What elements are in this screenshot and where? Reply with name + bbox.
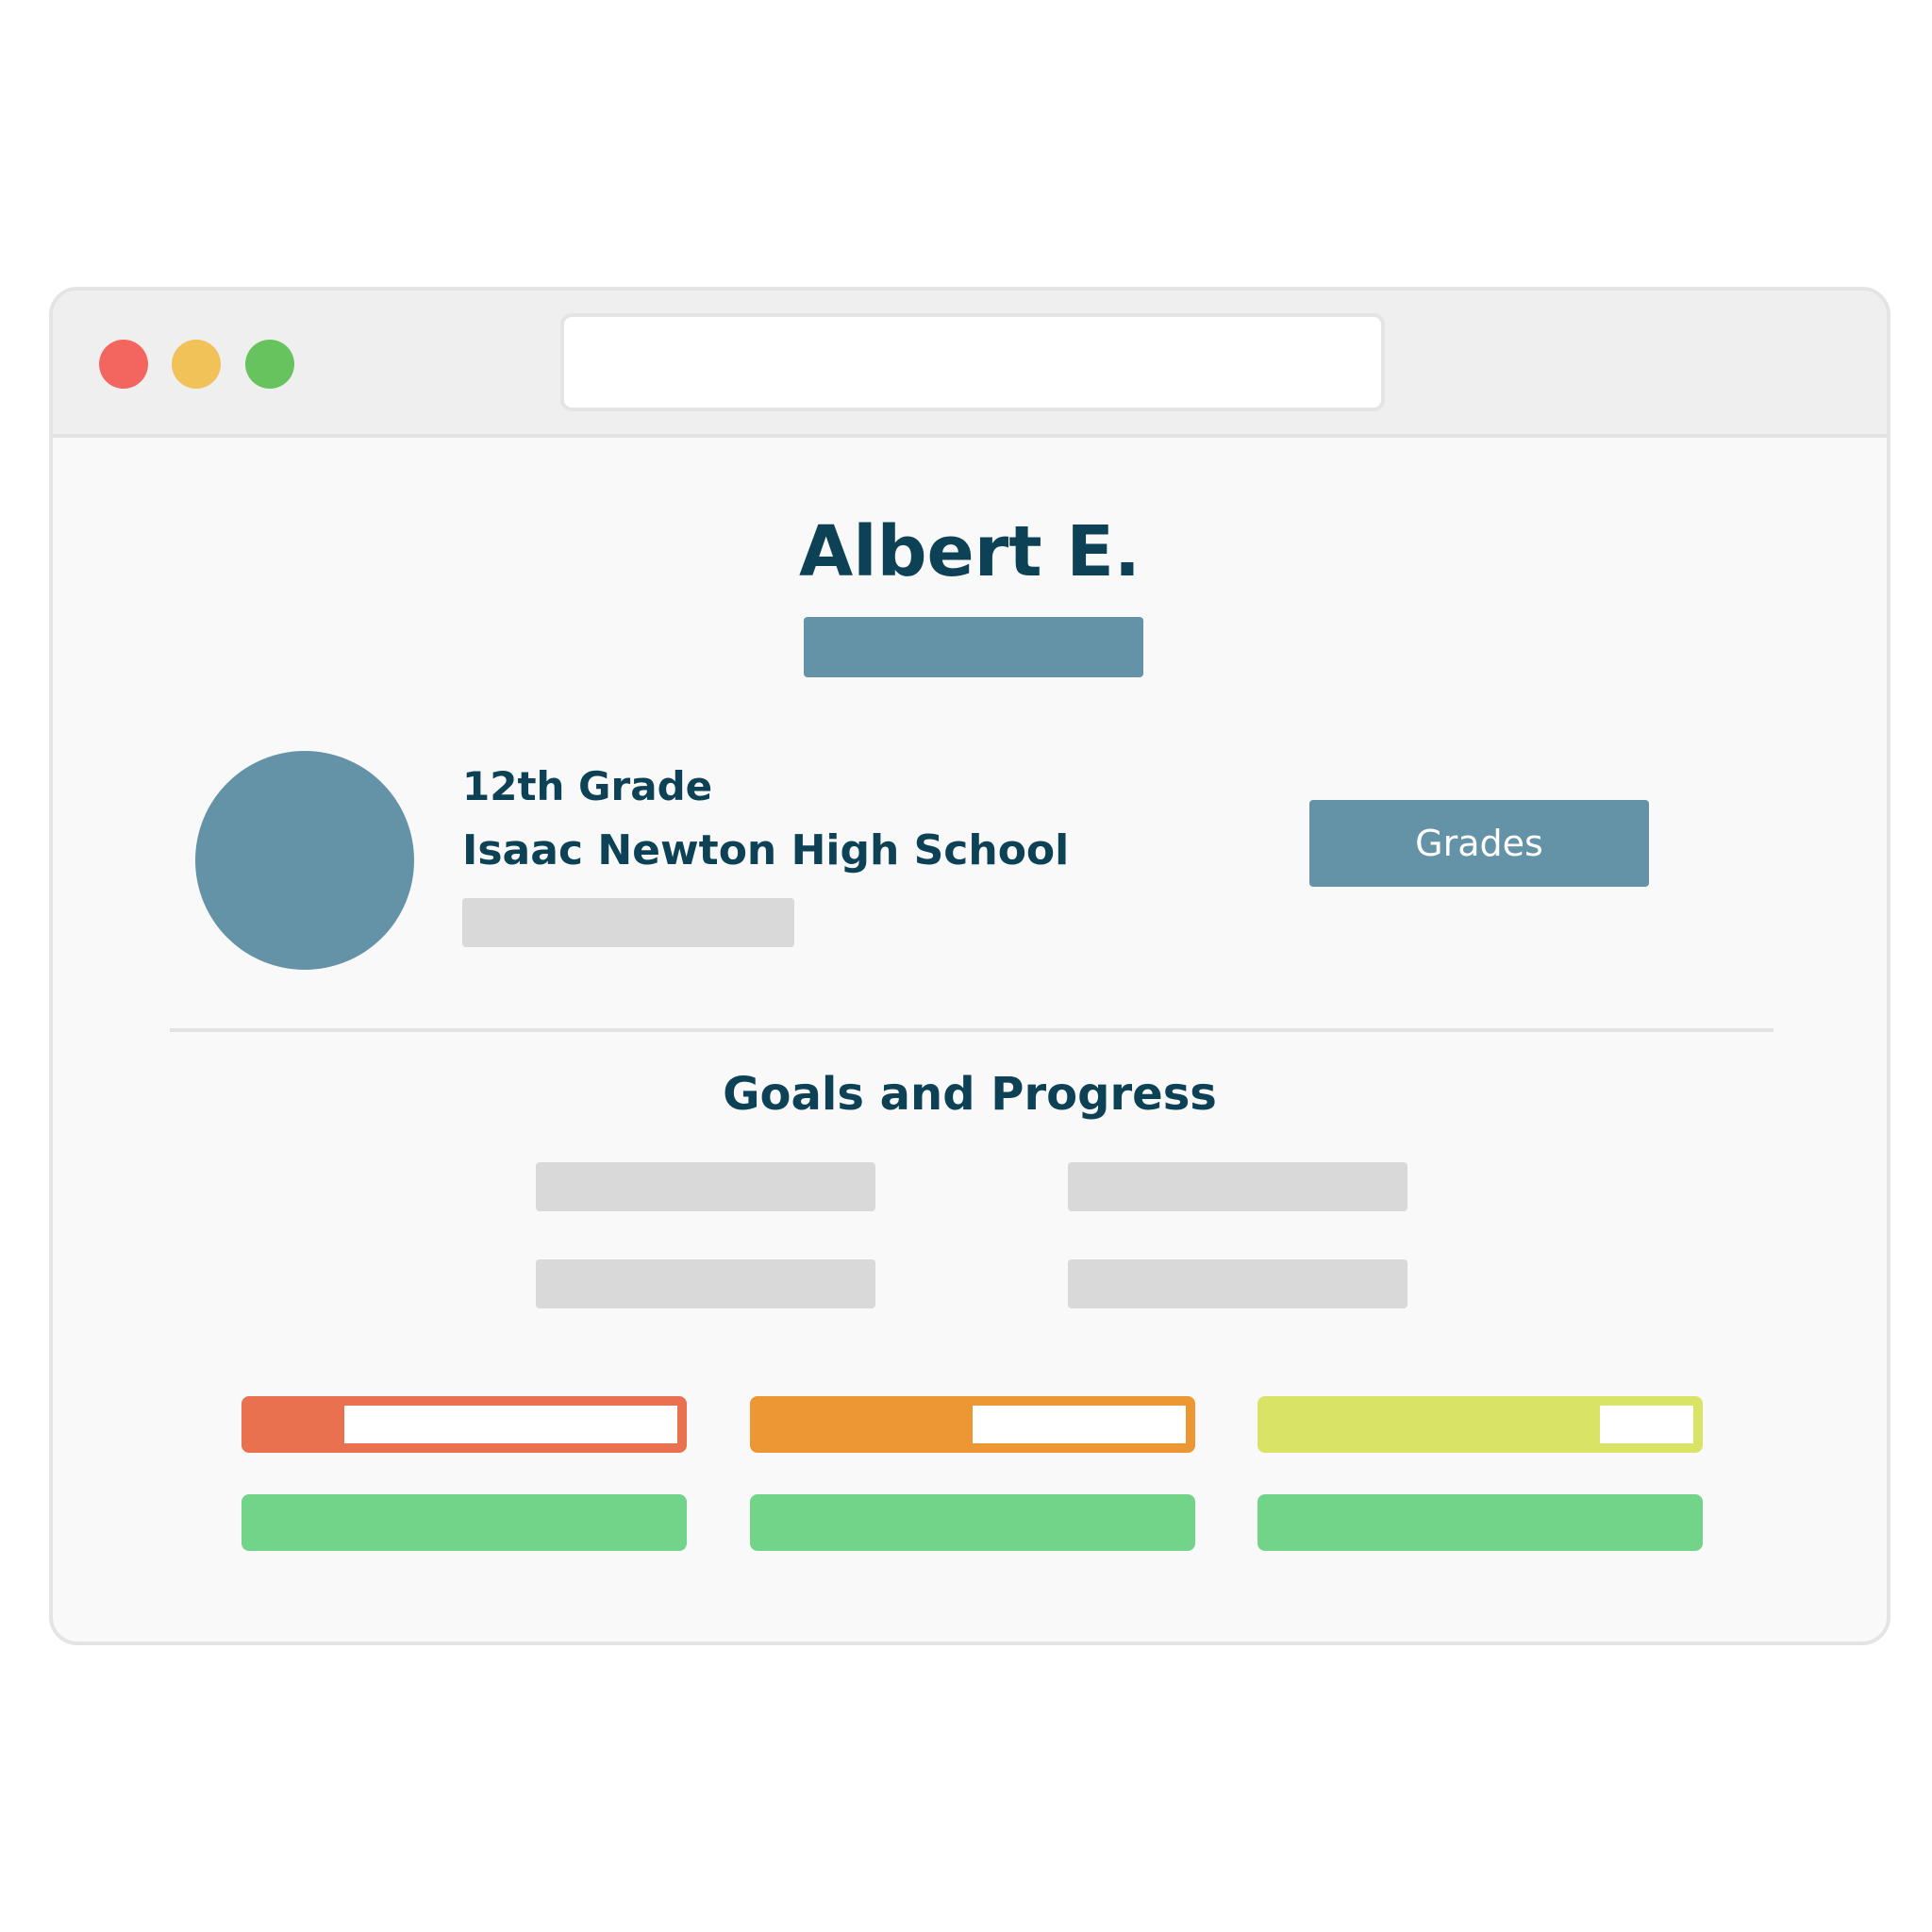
info-placeholder: [462, 898, 794, 947]
browser-window: Albert E. 12th Grade Isaac Newton High S…: [49, 287, 1890, 1645]
profile-page: Albert E. 12th Grade Isaac Newton High S…: [53, 441, 1887, 1641]
progress-bar-2: [750, 1396, 1195, 1453]
completed-bar-2: [750, 1494, 1195, 1551]
section-divider: [170, 1028, 1774, 1032]
minimize-window-button[interactable]: [172, 340, 221, 389]
close-window-button[interactable]: [99, 340, 148, 389]
progress-remaining: [1599, 1406, 1693, 1443]
student-grade: 12th Grade: [462, 763, 713, 809]
goals-section-title: Goals and Progress: [723, 1068, 1217, 1121]
progress-bar-3: [1257, 1396, 1703, 1453]
student-name: Albert E.: [798, 511, 1141, 592]
student-school: Isaac Newton High School: [462, 826, 1070, 874]
window-titlebar: [53, 291, 1887, 438]
progress-remaining: [344, 1406, 677, 1443]
progress-remaining: [973, 1406, 1186, 1443]
goal-placeholder: [536, 1162, 875, 1211]
address-bar[interactable]: [560, 313, 1385, 411]
completed-bar-1: [242, 1494, 687, 1551]
goal-placeholder: [536, 1259, 875, 1308]
goal-placeholder: [1068, 1162, 1407, 1211]
name-subtitle-placeholder: [804, 617, 1143, 677]
grades-button[interactable]: Grades: [1309, 800, 1649, 887]
maximize-window-button[interactable]: [245, 340, 294, 389]
avatar: [195, 751, 414, 970]
goal-placeholder: [1068, 1259, 1407, 1308]
progress-bar-1: [242, 1396, 687, 1453]
completed-bar-3: [1257, 1494, 1703, 1551]
